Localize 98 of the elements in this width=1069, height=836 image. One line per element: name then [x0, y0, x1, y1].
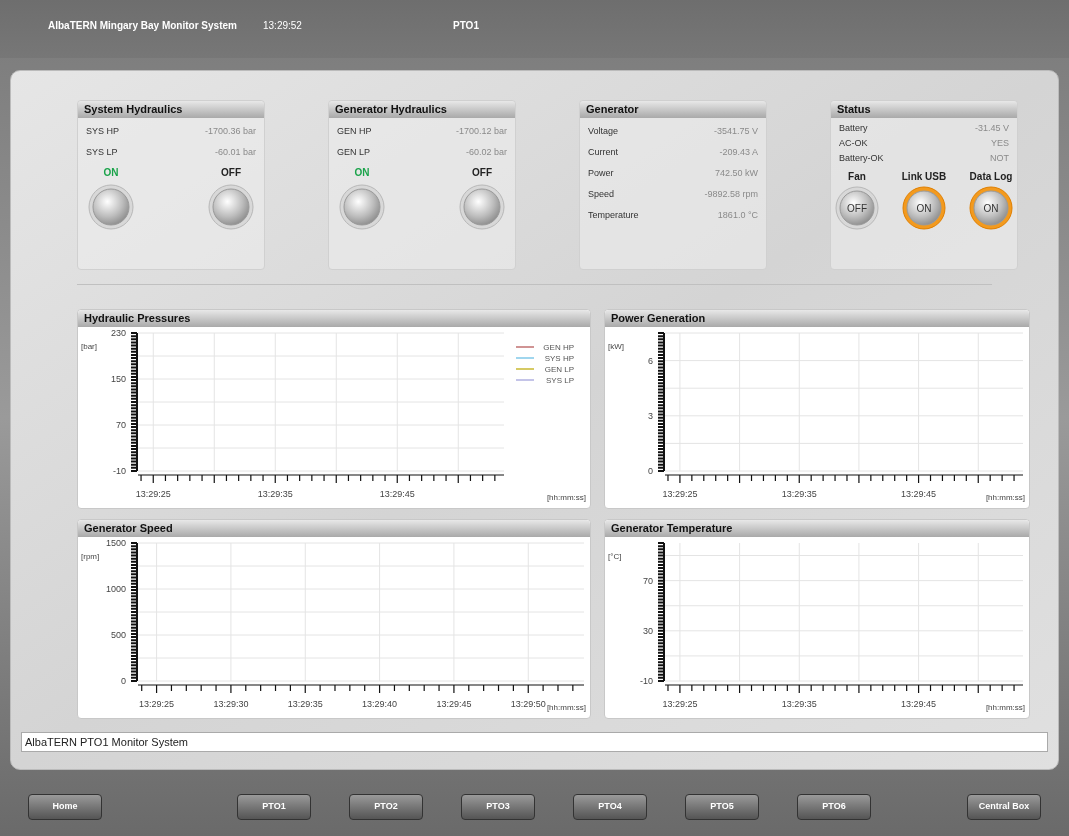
reading-label: Battery [839, 122, 868, 135]
nav-button[interactable]: PTO2 [349, 794, 423, 820]
panel-header: Generator Temperature [605, 520, 1029, 537]
switch-label: OFF [472, 166, 492, 180]
knob-button[interactable]: ON [969, 186, 1013, 230]
switch-label: OFF [221, 166, 241, 180]
y-tick-label: 1500 [105, 538, 126, 548]
reading-value: 742.50 kW [714, 167, 758, 180]
x-tick-label: 13:29:35 [257, 489, 293, 499]
reading-label: AC-OK [839, 137, 868, 150]
switch-label: ON [103, 166, 119, 180]
app-title: AlbaTERN Mingary Bay Monitor System [48, 19, 238, 33]
x-tick-label: 13:29:45 [901, 489, 937, 499]
x-tick-label: 13:29:25 [662, 699, 698, 709]
x-axis-unit: [hh:mm:ss] [985, 493, 1025, 502]
reading-value: YES [991, 137, 1009, 150]
x-tick-label: 13:29:25 [139, 699, 175, 709]
x-tick-label: 13:29:40 [362, 699, 398, 709]
x-axis-unit: [hh:mm:ss] [985, 703, 1025, 712]
reading-label: SYS HP [86, 125, 119, 138]
x-tick-label: 13:29:25 [135, 489, 171, 499]
y-tick-label: 500 [110, 630, 126, 640]
y-tick-label: 6 [648, 355, 653, 366]
panel-header: Hydraulic Pressures [78, 310, 590, 327]
y-tick-label: 230 [110, 328, 126, 338]
x-axis-unit: [hh:mm:ss] [546, 703, 586, 712]
reading-value: -1700.36 bar [204, 125, 256, 138]
legend-label: SYS LP [546, 376, 574, 385]
reading-label: Battery-OK [839, 152, 884, 165]
y-tick-label: 3 [648, 410, 653, 421]
y-tick-label: 30 [643, 625, 653, 636]
reading-value: NOT [990, 152, 1009, 165]
y-tick-label: -10 [113, 466, 126, 476]
legend-label: SYS HP [544, 354, 574, 363]
x-axis-unit: [hh:mm:ss] [546, 493, 586, 502]
unit-label: PTO1 [453, 19, 479, 33]
reading-value: -1700.12 bar [455, 125, 507, 138]
reading-value: -60.01 bar [214, 146, 256, 159]
knob-button[interactable] [88, 184, 134, 230]
nav-button[interactable]: PTO6 [797, 794, 871, 820]
legend-label: GEN HP [543, 343, 574, 352]
x-tick-label: 13:29:45 [901, 699, 937, 709]
clock-time: 13:29:52 [263, 19, 303, 33]
knob-button[interactable] [208, 184, 254, 230]
y-tick-label: -10 [640, 676, 653, 686]
switch-label: ON [354, 166, 370, 180]
y-tick-label: 70 [116, 420, 126, 430]
x-tick-label: 13:29:35 [287, 699, 323, 709]
y-tick-label: 150 [110, 374, 126, 384]
x-tick-label: 13:29:50 [510, 699, 546, 709]
nav-button[interactable]: Central Box [967, 794, 1041, 820]
reading-label: Voltage [588, 125, 619, 138]
y-axis-unit: [rpm] [81, 552, 100, 561]
nav-button[interactable]: PTO3 [461, 794, 535, 820]
panel-header: Status [831, 101, 1017, 118]
reading-value: -31.45 V [974, 122, 1009, 135]
y-axis-unit: [bar] [81, 342, 97, 351]
reading-label: Power [588, 167, 614, 180]
switch-label: Link USB [901, 170, 947, 184]
switch-label: Data Log [969, 170, 1013, 184]
reading-value: -9892.58 rpm [704, 188, 758, 201]
panel-header: Generator Speed [78, 520, 590, 537]
reading-value: -60.02 bar [465, 146, 507, 159]
reading-label: SYS LP [86, 146, 118, 159]
nav-button[interactable]: PTO4 [573, 794, 647, 820]
y-tick-label: 0 [648, 466, 653, 476]
panel-header: Power Generation [605, 310, 1029, 327]
x-tick-label: 13:29:45 [436, 699, 472, 709]
x-tick-label: 13:29:30 [213, 699, 249, 709]
reading-label: Temperature [588, 209, 639, 222]
x-tick-label: 13:29:35 [781, 489, 817, 499]
reading-label: Speed [588, 188, 615, 201]
reading-label: GEN LP [337, 146, 370, 159]
y-tick-label: 0 [121, 676, 126, 686]
switch-label: Fan [848, 170, 866, 184]
x-tick-label: 13:29:35 [781, 699, 817, 709]
knob-button[interactable]: OFF [835, 186, 879, 230]
y-tick-label: 70 [643, 575, 653, 586]
reading-value: -3541.75 V [713, 125, 758, 138]
nav-button[interactable]: Home [28, 794, 102, 820]
y-axis-unit: [kW] [608, 342, 624, 351]
panel-header: Generator [580, 101, 766, 118]
y-tick-label: 1000 [105, 584, 126, 594]
nav-button[interactable]: PTO1 [237, 794, 311, 820]
reading-label: Current [588, 146, 618, 159]
x-tick-label: 13:29:45 [379, 489, 415, 499]
y-axis-unit: [°C] [608, 552, 622, 561]
panel-header: System Hydraulics [78, 101, 264, 118]
legend-label: GEN LP [544, 365, 574, 374]
reading-value: -209.43 A [719, 146, 758, 159]
reading-value: 1861.0 °C [717, 209, 758, 222]
reading-label: GEN HP [337, 125, 372, 138]
knob-button[interactable] [459, 184, 505, 230]
nav-button[interactable]: PTO5 [685, 794, 759, 820]
x-tick-label: 13:29:25 [662, 489, 698, 499]
knob-button[interactable] [339, 184, 385, 230]
knob-button[interactable]: ON [902, 186, 946, 230]
panel-header: Generator Hydraulics [329, 101, 515, 118]
